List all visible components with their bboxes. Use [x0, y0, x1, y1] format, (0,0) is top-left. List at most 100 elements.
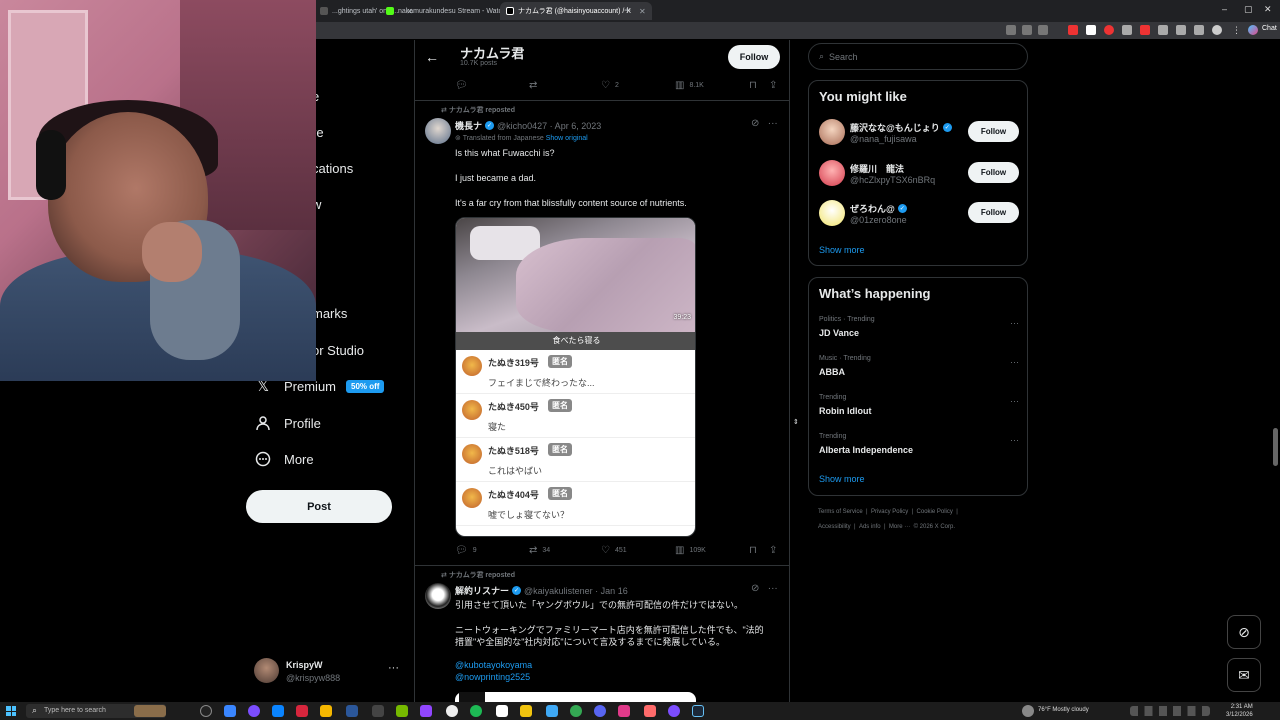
repost-label[interactable]: ⇄ ナカムラ君 reposted	[441, 105, 515, 115]
minimize-icon[interactable]: –	[1222, 4, 1227, 14]
more-dots-icon[interactable]: ···	[768, 583, 778, 594]
app-icon[interactable]	[496, 705, 508, 717]
menu-dots-icon[interactable]: ⋮	[1232, 25, 1242, 35]
grok-icon[interactable]: ⊘	[751, 118, 759, 129]
footer-link[interactable]: Accessibility	[818, 524, 851, 530]
trend-item[interactable]: Trending Alberta Independence ···	[819, 433, 1019, 463]
discord-icon[interactable]	[594, 705, 606, 717]
extension-icon[interactable]	[1022, 25, 1032, 35]
repost-button[interactable]: ⇄ 34	[529, 545, 550, 556]
app-icon[interactable]	[396, 705, 408, 717]
mention-link[interactable]: @kubotayokoyama	[455, 660, 532, 670]
app-icon[interactable]	[618, 705, 630, 717]
footer-link[interactable]: More ···	[889, 524, 910, 530]
views-button[interactable]: ▥ 8.1K	[675, 80, 704, 91]
extension-icon[interactable]	[1194, 25, 1204, 35]
search-highlight-icon[interactable]	[134, 705, 166, 717]
app-icon[interactable]	[470, 705, 482, 717]
trend-item[interactable]: Trending Robin Idlout ···	[819, 394, 1019, 424]
more-dots-icon[interactable]: ···	[388, 662, 399, 674]
footer-link[interactable]: Ads info	[859, 524, 881, 530]
app-icon[interactable]	[520, 705, 532, 717]
follow-button[interactable]: Follow	[728, 45, 780, 69]
avatar[interactable]	[425, 118, 451, 144]
grok-icon[interactable]: ⊘	[751, 583, 759, 594]
post-button[interactable]: Post	[246, 490, 392, 523]
window-close-icon[interactable]: ✕	[1264, 4, 1272, 15]
app-icon[interactable]	[420, 705, 432, 717]
repost-label[interactable]: ⇄ ナカムラ君 reposted	[441, 570, 515, 580]
steam-icon[interactable]	[692, 705, 704, 717]
follow-button[interactable]: Follow	[968, 162, 1019, 183]
nav-notifications-partial[interactable]: cations	[312, 161, 353, 176]
taskbar-clock[interactable]: 2:31 AM 3/12/2026	[1226, 703, 1253, 719]
footer-link[interactable]: Cookie Policy	[917, 509, 953, 515]
trend-item[interactable]: Politics · Trending JD Vance ···	[819, 316, 1019, 346]
extension-icon[interactable]	[1158, 25, 1168, 35]
more-dots-icon[interactable]: ···	[1010, 318, 1019, 328]
list-item[interactable]: ぜろわん@ ✓ @01zero8one Follow	[819, 200, 1019, 228]
footer-link[interactable]: Terms of Service	[818, 509, 863, 515]
repost-button[interactable]: ⇄	[529, 80, 542, 91]
app-icon[interactable]	[224, 705, 236, 717]
maximize-icon[interactable]: ▢	[1244, 4, 1253, 15]
views-button[interactable]: ▥ 109K	[675, 545, 706, 556]
account-switcher[interactable]: KrispyW @krispyw888 ···	[254, 658, 404, 684]
nav-creator-studio-partial[interactable]: or Studio	[312, 343, 364, 358]
chrome-icon[interactable]	[570, 705, 582, 717]
trend-item[interactable]: Music · Trending ABBA ···	[819, 355, 1019, 385]
extension-icon[interactable]	[1068, 25, 1078, 35]
profile-avatar-icon[interactable]	[1212, 25, 1222, 35]
quoted-media[interactable]	[455, 692, 696, 702]
search-box[interactable]: ⌕ Search	[808, 43, 1028, 70]
bookmark-button[interactable]: ⊓	[749, 545, 762, 556]
search-input[interactable]: Search	[829, 52, 858, 62]
new-tab-icon[interactable]: +	[624, 3, 631, 17]
mention-link[interactable]: @nowprinting2525	[455, 672, 530, 682]
bookmark-button[interactable]: ⊓	[749, 80, 762, 91]
author-name[interactable]: 解約リスナー	[455, 584, 509, 597]
windows-start-icon[interactable]	[6, 706, 16, 716]
share-button[interactable]: ⇪	[769, 545, 782, 556]
nav-bookmarks-partial[interactable]: marks	[312, 306, 347, 321]
scrollbar[interactable]	[1273, 428, 1278, 466]
show-more-link[interactable]: Show more	[819, 245, 865, 255]
more-dots-icon[interactable]: ···	[1010, 435, 1019, 445]
chat-label[interactable]: Chat	[1262, 25, 1277, 32]
reply-button[interactable]: 💬︎	[455, 80, 473, 91]
extension-icon[interactable]	[1140, 25, 1150, 35]
like-button[interactable]: ♡ 451	[601, 545, 627, 556]
more-dots-icon[interactable]: ···	[1010, 357, 1019, 367]
extension-icon[interactable]	[1086, 25, 1096, 35]
app-icon[interactable]	[446, 705, 458, 717]
video-media[interactable]: 39:23 食べたら寝る たぬき319号 匿名 フェイまじで終わったな... た…	[455, 217, 696, 537]
weather-status[interactable]: 76°F Mostly cloudy	[1038, 707, 1089, 713]
avatar[interactable]	[425, 583, 451, 609]
show-original-link[interactable]: Show original	[546, 135, 588, 142]
list-item[interactable]: 藤沢なな@もんじょり ✓ @nana_fujisawa Follow	[819, 119, 1019, 147]
copilot-icon[interactable]	[1248, 25, 1258, 35]
author-handle-date[interactable]: @kaiyakulistener · Jan 16	[524, 586, 628, 596]
follow-button[interactable]: Follow	[968, 121, 1019, 142]
follow-button[interactable]: Follow	[968, 202, 1019, 223]
author-handle-date[interactable]: @kicho0427 · Apr 6, 2023	[497, 121, 601, 131]
app-icon[interactable]	[668, 705, 680, 717]
more-dots-icon[interactable]: ···	[768, 118, 778, 129]
reply-button[interactable]: 💬︎ 9	[455, 545, 477, 556]
more-dots-icon[interactable]: ···	[1010, 396, 1019, 406]
app-icon[interactable]	[296, 705, 308, 717]
extension-icon[interactable]	[1104, 25, 1114, 35]
like-button[interactable]: ♡ 2	[601, 80, 619, 91]
messages-icon[interactable]: ✉	[1227, 658, 1261, 692]
file-explorer-icon[interactable]	[320, 705, 332, 717]
app-icon[interactable]	[372, 705, 384, 717]
app-icon[interactable]	[248, 705, 260, 717]
author-name[interactable]: 機長ナ	[455, 119, 482, 132]
extension-icon[interactable]	[1006, 25, 1016, 35]
share-button[interactable]: ⇪	[769, 80, 782, 91]
app-icon[interactable]	[644, 705, 656, 717]
extension-icon[interactable]	[1122, 25, 1132, 35]
app-icon[interactable]	[272, 705, 284, 717]
app-icon[interactable]	[346, 705, 358, 717]
show-more-link[interactable]: Show more	[819, 474, 865, 484]
